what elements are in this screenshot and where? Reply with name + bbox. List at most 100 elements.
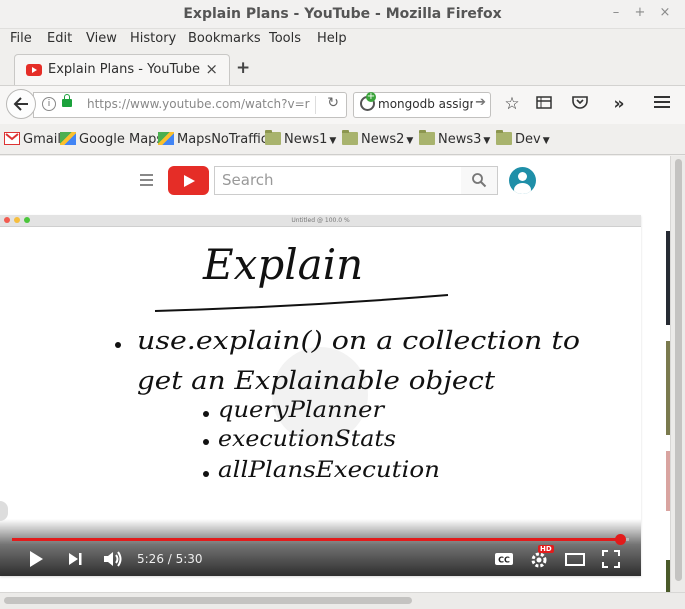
menu-help[interactable]: Help (317, 31, 347, 46)
bookmark-star-icon[interactable]: ☆ (502, 94, 522, 114)
menu-file[interactable]: File (10, 31, 32, 46)
url-bar[interactable]: i https://www.youtube.com/watch?v=r ↻ (33, 92, 347, 118)
tab-close-icon[interactable]: × (205, 60, 218, 78)
hamburger-menu-icon[interactable] (652, 94, 672, 114)
next-icon[interactable] (68, 550, 84, 568)
url-text[interactable]: https://www.youtube.com/watch?v=r (87, 97, 319, 111)
gmail-icon (4, 132, 20, 145)
progress-bar[interactable] (12, 534, 629, 545)
search-placeholder: Search (222, 171, 274, 189)
vertical-scrollbar[interactable] (670, 156, 685, 592)
youtube-logo[interactable] (168, 166, 209, 195)
bookmark-label: News2 (361, 132, 405, 147)
overflow-chevron-icon[interactable]: » (609, 94, 629, 114)
whiteboard-frame: Explain use.explain() on a collection to… (115, 240, 580, 483)
tab-explain-plans[interactable]: Explain Plans - YouTube × (14, 54, 230, 85)
whiteboard-bullet-2: get an Explainable object (137, 366, 496, 395)
bookmark-folder-news3[interactable]: News3 ▼ (419, 130, 491, 147)
lock-icon[interactable] (62, 94, 72, 107)
scroll-thumb[interactable] (4, 597, 412, 604)
whiteboard-sub-bullet-1: queryPlanner (218, 398, 386, 423)
guide-menu-icon[interactable] (140, 174, 153, 189)
window-title: Explain Plans - YouTube - Mozilla Firefo… (183, 6, 502, 22)
fullscreen-icon[interactable] (602, 550, 620, 568)
maps-icon (60, 132, 76, 145)
bookmarks-toolbar: Gmail Google Maps MapsNoTraffic News1 ▼ N… (0, 124, 685, 155)
tab-strip: Explain Plans - YouTube × + (0, 52, 685, 85)
folder-icon (265, 130, 281, 145)
folder-icon (342, 130, 358, 145)
bookmark-folder-dev[interactable]: Dev ▼ (496, 130, 550, 147)
navigation-toolbar: i https://www.youtube.com/watch?v=r ↻ + … (0, 85, 685, 124)
heading-underline (154, 294, 449, 312)
bookmark-label: Dev (515, 132, 541, 147)
menu-history[interactable]: History (130, 31, 176, 46)
theater-mode-icon[interactable] (565, 550, 585, 568)
whiteboard-sub-bullet-3: allPlansExecution (218, 458, 440, 483)
menu-bookmarks[interactable]: Bookmarks (188, 31, 261, 46)
menu-tools[interactable]: Tools (269, 31, 301, 46)
progress-played (12, 538, 620, 541)
menu-view[interactable]: View (86, 31, 117, 46)
account-avatar[interactable] (509, 167, 536, 194)
search-query[interactable]: mongodb assign (378, 97, 473, 111)
menu-bar: File Edit View History Bookmarks Tools H… (0, 28, 685, 50)
svg-text:CC: CC (498, 556, 510, 565)
search-go-icon[interactable]: ➔ (475, 95, 486, 110)
captions-icon[interactable]: CC (494, 550, 514, 568)
close-window-icon[interactable]: × (656, 4, 674, 22)
add-engine-icon: + (366, 91, 376, 102)
whiteboard-bullet-1: use.explain() on a collection to (137, 326, 580, 355)
video-player[interactable]: Untitled @ 100.0 % Explain use.explain()… (0, 215, 641, 576)
recording-window-title: Untitled @ 100.0 % (291, 217, 350, 224)
bullet-dot (203, 471, 209, 477)
whiteboard-heading: Explain (202, 240, 363, 289)
maps-icon (158, 132, 174, 145)
folder-icon (419, 130, 435, 145)
dropdown-arrow-icon: ▼ (542, 136, 550, 146)
dropdown-arrow-icon: ▼ (406, 136, 414, 146)
dropdown-arrow-icon: ▼ (329, 136, 337, 146)
whiteboard-sub-bullet-2: executionStats (218, 427, 396, 452)
volume-icon[interactable] (103, 550, 123, 568)
dropdown-arrow-icon: ▼ (483, 136, 491, 146)
recording-window-titlebar: Untitled @ 100.0 % (0, 215, 641, 227)
maximize-icon[interactable]: + (631, 4, 649, 22)
time-display: 5:26 / 5:30 (137, 552, 203, 566)
youtube-search-input[interactable]: Search (214, 166, 462, 195)
page-content: Search Untitled @ 100.0 % Explain use.ex… (0, 156, 670, 592)
bookmark-gmail[interactable]: Gmail (4, 132, 61, 147)
tab-label: Explain Plans - YouTube (48, 62, 200, 77)
reload-icon[interactable]: ↻ (327, 95, 339, 111)
search-bar[interactable]: + mongodb assign ➔ (353, 92, 491, 118)
player-controls: 5:26 / 5:30 CC HD (0, 519, 641, 576)
folder-icon (496, 130, 512, 145)
menu-edit[interactable]: Edit (47, 31, 72, 46)
bookmark-maps-no-traffic[interactable]: MapsNoTraffic (158, 132, 268, 147)
bookmark-label: Google Maps (79, 132, 164, 147)
bullet-dot (203, 439, 209, 445)
youtube-search-button[interactable] (461, 166, 498, 195)
url-divider (315, 96, 316, 114)
minimize-icon[interactable]: – (607, 4, 625, 22)
info-icon[interactable]: i (42, 97, 56, 111)
library-icon[interactable] (534, 94, 554, 114)
play-icon[interactable] (28, 550, 44, 568)
bookmark-label: News1 (284, 132, 328, 147)
youtube-favicon-icon (26, 64, 42, 76)
bookmark-google-maps[interactable]: Google Maps (60, 132, 163, 147)
related-videos-sidebar (651, 215, 670, 592)
new-tab-button[interactable]: + (236, 58, 250, 78)
pocket-icon[interactable] (570, 94, 590, 114)
bookmark-label: News3 (438, 132, 482, 147)
scrubber-handle[interactable] (614, 534, 626, 545)
scroll-thumb[interactable] (675, 159, 682, 581)
back-button[interactable] (6, 89, 36, 119)
youtube-header: Search (0, 156, 670, 206)
bookmark-folder-news1[interactable]: News1 ▼ (265, 130, 337, 147)
back-arrow-icon (13, 97, 28, 111)
bookmark-label: Gmail (23, 132, 61, 147)
horizontal-scrollbar[interactable] (0, 592, 685, 609)
title-bar: Explain Plans - YouTube - Mozilla Firefo… (0, 0, 685, 29)
bookmark-folder-news2[interactable]: News2 ▼ (342, 130, 414, 147)
